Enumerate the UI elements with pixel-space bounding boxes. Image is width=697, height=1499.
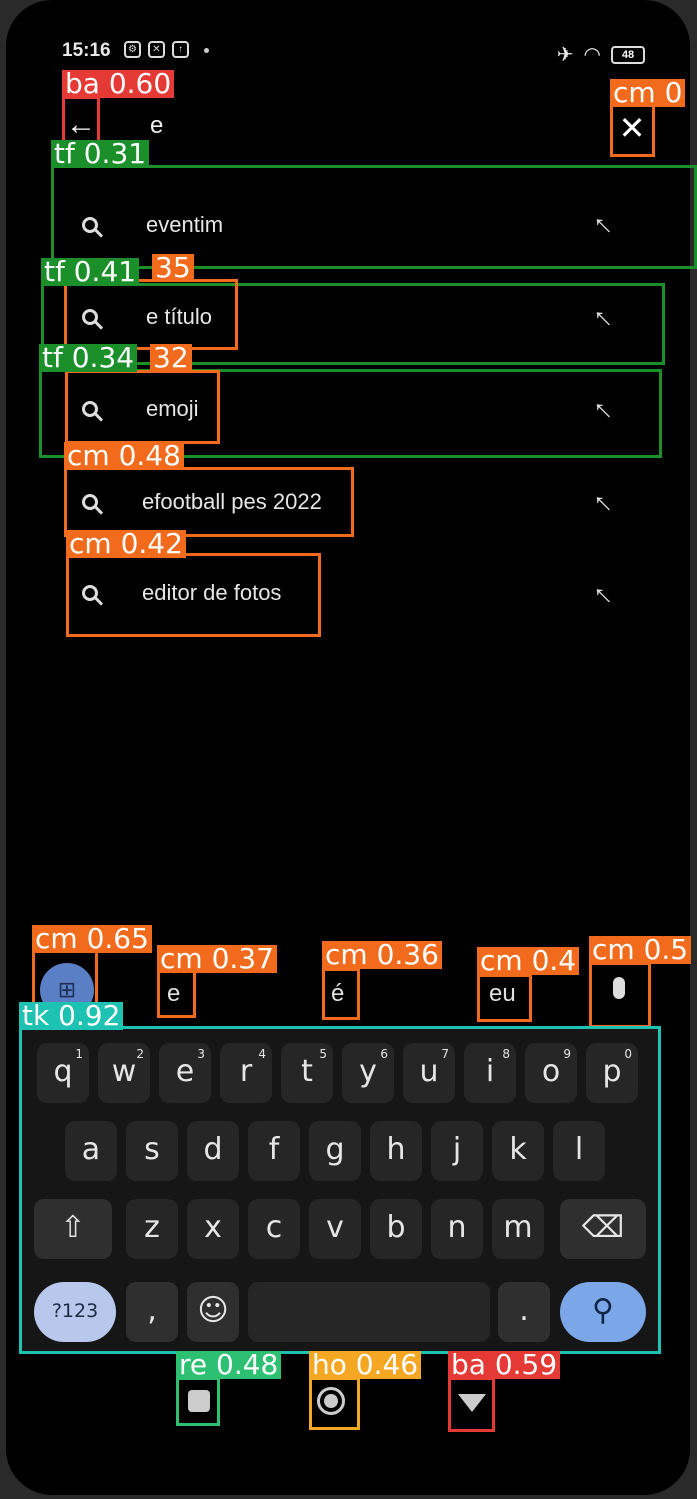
detection-box [309, 1377, 360, 1430]
detection-label: 35 [152, 254, 194, 282]
detection-box [65, 370, 220, 444]
status-time: 15:16 [62, 40, 111, 61]
detection-label: ba 0.59 [448, 1351, 561, 1379]
detection-box [477, 974, 532, 1022]
detection-box [448, 1377, 495, 1432]
detection-box [157, 970, 196, 1018]
detection-box [610, 104, 655, 157]
detection-label: tk 0.92 [19, 1002, 124, 1030]
status-notification-icons: ⚙ ✕ ↑ [124, 41, 209, 58]
detection-label: re 0.48 [176, 1351, 282, 1379]
detection-label: tf 0.34 [39, 344, 138, 372]
detection-label: tf 0.41 [41, 258, 140, 286]
detection-label: cm 0.48 [64, 442, 184, 470]
detection-label: cm 0.4 [477, 947, 580, 975]
detection-box [589, 962, 651, 1028]
detection-label: tf 0.31 [51, 140, 150, 168]
detection-box [66, 553, 321, 637]
detection-box [19, 1026, 661, 1354]
detection-box [51, 165, 697, 269]
detection-label: ba 0.60 [62, 70, 175, 98]
detection-label: ho 0.46 [309, 1351, 422, 1379]
airplane-mode-icon: ✈ [556, 44, 574, 66]
app-notification-icon: ✕ [148, 41, 165, 58]
wifi-icon: ◠ [583, 44, 601, 66]
detection-label: cm 0.5 [589, 936, 692, 964]
detection-box [176, 1377, 220, 1426]
status-system-icons: ✈ ◠ 48 [557, 42, 645, 67]
detection-label: cm 0.42 [66, 530, 186, 558]
gear-icon: ⚙ [124, 41, 141, 58]
battery-icon: 48 [611, 45, 645, 64]
detection-label: 32 [150, 344, 192, 372]
more-notifications-icon [204, 48, 209, 53]
search-input[interactable]: e [150, 112, 163, 140]
detection-box [322, 968, 360, 1020]
upload-icon: ↑ [172, 41, 189, 58]
detection-label: cm 0.37 [157, 945, 277, 973]
detection-label: cm 0.65 [32, 925, 152, 953]
detection-label: cm 0 [610, 79, 686, 107]
detection-label: cm 0.36 [322, 941, 442, 969]
detection-box [64, 279, 238, 350]
